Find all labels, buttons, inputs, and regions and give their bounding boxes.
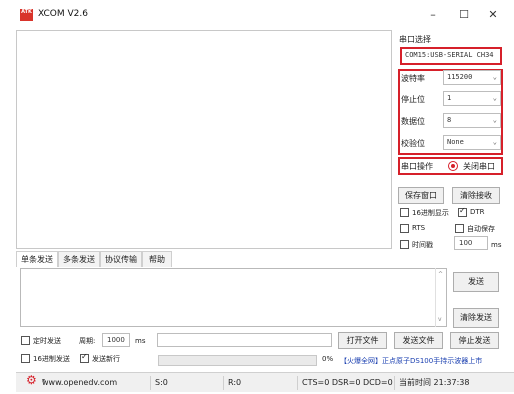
data-bits-select[interactable]: 8 ⌄ [443, 113, 501, 128]
data-bits-value: 8 [447, 116, 452, 124]
timestamp-unit-label: ms [491, 241, 502, 249]
save-window-button[interactable]: 保存窗口 [398, 187, 444, 204]
stop-send-button[interactable]: 停止发送 [450, 332, 499, 349]
title-bar: ATK XCOM V2.6 – ☐ ✕ [0, 0, 514, 30]
chevron-down-icon: ⌄ [492, 116, 497, 124]
scroll-down-icon[interactable]: v [438, 316, 442, 323]
minimize-button[interactable]: – [421, 6, 445, 24]
app-title: XCOM V2.6 [38, 9, 88, 19]
send-newline-checkbox[interactable] [80, 352, 89, 363]
auto-save-checkbox[interactable] [455, 224, 464, 233]
file-path-input[interactable] [157, 333, 332, 347]
website-link[interactable]: www.openedv.com [42, 376, 151, 390]
data-bits-label: 数据位 [401, 117, 425, 126]
tab-single-send[interactable]: 单条发送 [16, 251, 58, 267]
send-scrollbar[interactable]: ^ v [435, 268, 447, 327]
serial-select-label: 串口选择 [399, 35, 431, 44]
chevron-down-icon: ⌄ [492, 138, 497, 146]
sent-count: S:0 [151, 376, 224, 390]
hex-send-checkbox[interactable] [21, 354, 30, 363]
open-file-button[interactable]: 打开文件 [338, 332, 387, 349]
ad-link[interactable]: 【火爆全网】正点原子DS100手持示波器上市 [340, 356, 482, 366]
clear-send-button[interactable]: 清除发送 [453, 308, 499, 328]
tab-help[interactable]: 帮助 [142, 251, 172, 267]
send-newline-label: 发送新行 [92, 355, 120, 363]
parity-select[interactable]: None ⌄ [443, 135, 501, 150]
gear-icon[interactable]: ⚙ [26, 374, 38, 386]
timed-send-checkbox[interactable] [21, 336, 30, 345]
period-input[interactable]: 1000 [102, 333, 130, 347]
port-op-label: 串口操作 [401, 162, 433, 171]
chevron-down-icon: ⌄ [492, 94, 497, 102]
tab-multi-send[interactable]: 多条发送 [58, 251, 100, 267]
receive-text-area[interactable] [16, 30, 392, 249]
serial-port-value: COM15:USB-SERIAL CH34 [405, 51, 494, 59]
status-bar: www.openedv.com S:0 R:0 CTS=0 DSR=0 DCD=… [16, 372, 514, 392]
rts-label: RTS [412, 224, 426, 232]
timestamp-label: 时间戳 [412, 241, 433, 249]
line-status: CTS=0 DSR=0 DCD=0 [298, 376, 395, 390]
send-file-button[interactable]: 发送文件 [394, 332, 443, 349]
scroll-up-icon[interactable]: ^ [438, 271, 443, 278]
send-text-area[interactable] [20, 268, 447, 327]
close-button[interactable]: ✕ [481, 6, 505, 24]
clear-receive-button[interactable]: 清除接收 [452, 187, 500, 204]
rts-checkbox[interactable] [400, 224, 409, 233]
app-logo-icon: ATK [20, 9, 33, 21]
period-unit-label: ms [135, 337, 146, 345]
send-progress-bar [158, 355, 317, 366]
received-count: R:0 [224, 376, 298, 390]
current-time: 当前时间 21:37:38 [399, 378, 470, 387]
maximize-button[interactable]: ☐ [452, 6, 476, 24]
send-button[interactable]: 发送 [453, 272, 499, 292]
parity-label: 校验位 [401, 139, 425, 148]
hex-send-label: 16进制发送 [33, 355, 70, 363]
dtr-checkbox[interactable] [458, 206, 467, 217]
hex-display-label: 16进制显示 [412, 209, 449, 217]
close-port-button[interactable]: 关闭串口 [463, 161, 495, 172]
stop-bits-value: 1 [447, 94, 452, 102]
stop-bits-label: 停止位 [401, 95, 425, 104]
timed-send-label: 定时发送 [33, 337, 61, 345]
chevron-down-icon: ⌄ [492, 73, 497, 81]
port-status-indicator-icon [448, 161, 458, 171]
hex-display-checkbox[interactable] [400, 208, 409, 217]
timestamp-checkbox[interactable] [400, 240, 409, 249]
tab-protocol[interactable]: 协议传输 [100, 251, 142, 267]
auto-save-label: 自动保存 [467, 225, 495, 233]
progress-percent: 0% [322, 355, 334, 363]
dropdown-arrow-icon[interactable]: ▾ [42, 377, 45, 384]
baud-value: 115200 [447, 73, 473, 81]
dtr-label: DTR [470, 208, 485, 216]
parity-value: None [447, 138, 464, 146]
timestamp-interval-input[interactable]: 100 [454, 236, 488, 250]
baud-label: 波特率 [401, 74, 425, 83]
stop-bits-select[interactable]: 1 ⌄ [443, 91, 501, 106]
serial-port-select[interactable]: COM15:USB-SERIAL CH34 [402, 49, 500, 63]
baud-select[interactable]: 115200 ⌄ [443, 70, 501, 85]
period-label: 周期: [79, 337, 96, 345]
